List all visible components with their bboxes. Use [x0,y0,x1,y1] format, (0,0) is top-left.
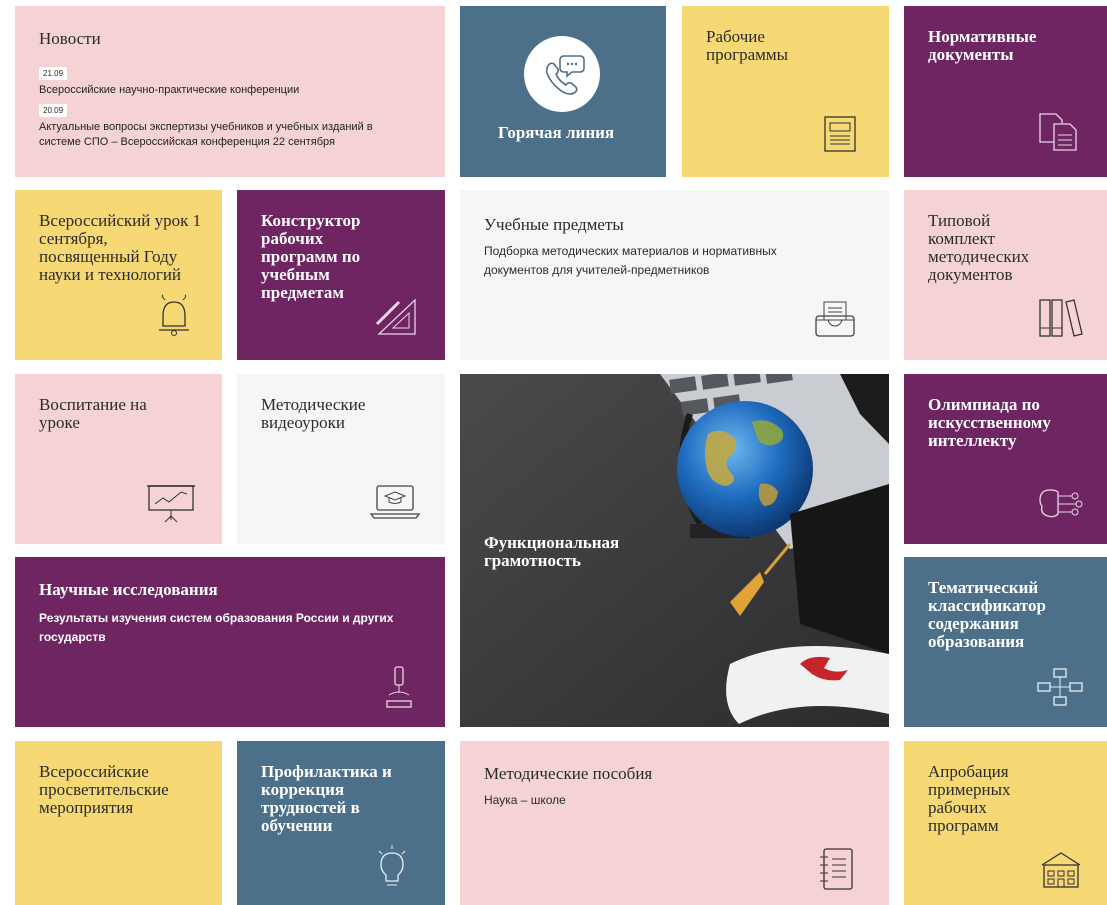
books-icon [1036,294,1084,340]
phone-chat-icon [524,36,600,112]
tile-title: Тематический классификатор содержания об… [928,578,1046,651]
bell-icon [155,294,193,338]
lightbulb-icon [375,845,409,891]
document-stack-icon [822,114,858,154]
news-item[interactable]: 21.09 Всероссийские научно-практические … [39,63,425,98]
tile-subjects[interactable]: Учебные предметы Подборка методических м… [460,190,889,360]
news-date: 20.09 [39,104,68,117]
notebook-icon [816,845,856,893]
tile-normative-docs[interactable]: Нормативные документы [904,6,1107,177]
brain-circuit-icon [1036,482,1084,522]
tile-work-programs[interactable]: Рабочие программы [682,6,889,177]
news-item[interactable]: 20.09 Актуальные вопросы экспертизы учеб… [39,100,425,150]
tile-research[interactable]: Научные исследования Результаты изучения… [15,557,445,727]
school-building-icon [1038,849,1084,889]
tile-title: Нормативные документы [928,27,1037,64]
tile-title: Типовой комплект методических документов [928,211,1030,284]
tile-title: Новости [39,29,101,48]
tile-title: Методические пособия [484,764,653,783]
tile-title: Воспитание на уроке [39,395,147,432]
tile-manuals[interactable]: Методические пособия Наука – школе [460,741,889,905]
hierarchy-icon [1036,667,1084,707]
tile-description: Результаты изучения систем образования Р… [39,611,394,644]
tile-functional-literacy[interactable]: Функциональная грамотность [460,374,889,727]
tile-classifier[interactable]: Тематический классификатор содержания об… [904,557,1107,727]
news-text[interactable]: Всероссийские научно-практические конфер… [39,83,425,98]
ruler-triangle-icon [373,294,421,338]
tile-video-lessons[interactable]: Методические видеоуроки [237,374,445,544]
tile-title: Апробация примерных рабочих программ [928,762,1011,835]
inbox-icon [812,298,858,340]
tile-title: Конструктор рабочих программ по учебным … [261,211,361,302]
tile-title: Всероссийские просветительские мероприят… [39,762,169,817]
tile-hotline[interactable]: Горячая линия [460,6,666,177]
tile-title: Функциональная грамотность [484,533,620,570]
tile-title: Горячая линия [498,123,615,142]
news-date: 21.09 [39,67,68,80]
tile-upbringing[interactable]: Воспитание на уроке [15,374,222,544]
presentation-chart-icon [145,480,197,524]
tile-title: Профилактика и коррекция трудностей в об… [261,762,392,835]
tile-prevention[interactable]: Профилактика и коррекция трудностей в об… [237,741,445,905]
tile-title: Всероссийский урок 1 сентября, посвященн… [39,211,202,284]
tile-title: Олимпиада по искусственному интеллекту [928,395,1051,450]
tile-description: Подборка методических материалов и норма… [484,244,777,277]
tile-title: Методические видеоуроки [261,395,366,432]
tile-enlightenment-events[interactable]: Всероссийские просветительские мероприят… [15,741,222,905]
tile-ai-olympiad[interactable]: Олимпиада по искусственному интеллекту [904,374,1107,544]
tile-title: Учебные предметы [484,215,624,234]
tile-news[interactable]: Новости 21.09 Всероссийские научно-практ… [15,6,445,177]
tile-description: Наука – школе [484,793,566,807]
documents-icon [1036,111,1080,153]
microscope-icon [381,663,417,711]
tile-title: Рабочие программы [706,27,789,64]
tile-all-russian-lesson[interactable]: Всероссийский урок 1 сентября, посвященн… [15,190,222,360]
news-text[interactable]: Актуальные вопросы экспертизы учебников … [39,120,399,150]
tile-title: Научные исследования [39,580,218,599]
tile-approbation[interactable]: Апробация примерных рабочих программ [904,741,1107,905]
tile-typical-set[interactable]: Типовой комплект методических документов [904,190,1107,360]
laptop-graduation-icon [369,482,421,522]
tile-constructor[interactable]: Конструктор рабочих программ по учебным … [237,190,445,360]
